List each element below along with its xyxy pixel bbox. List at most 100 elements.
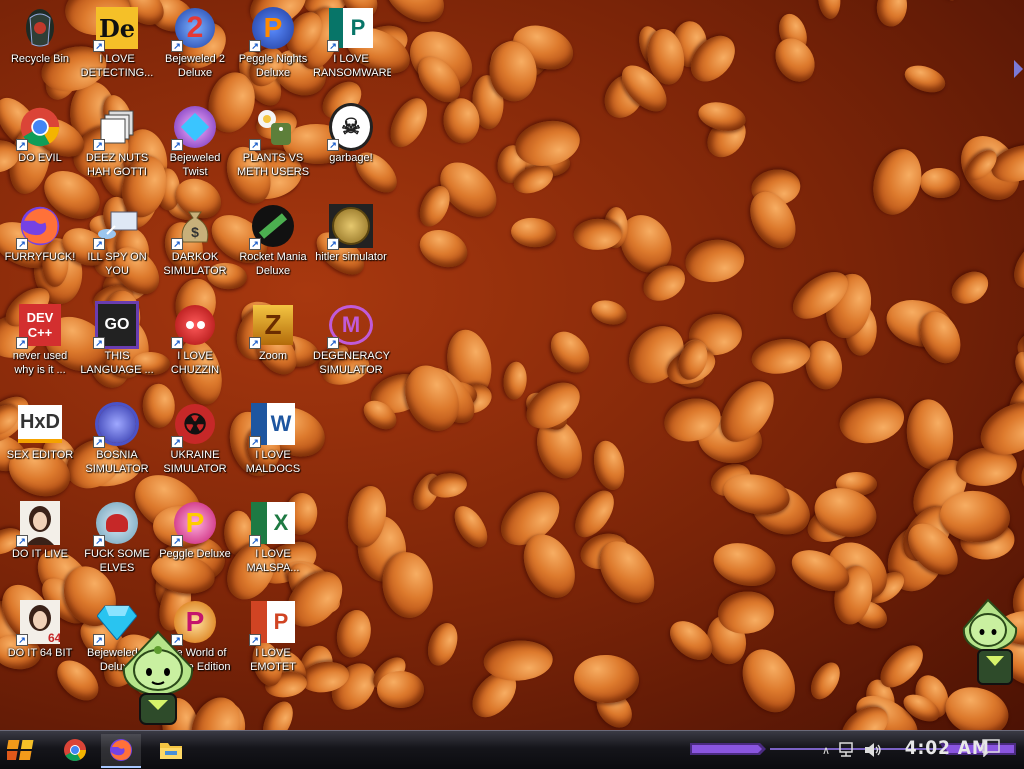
start-button[interactable] bbox=[4, 734, 40, 766]
desktop-icon[interactable]: ↗ I LOVE CHUZZIN bbox=[155, 297, 235, 377]
shortcut-arrow-icon: ↗ bbox=[171, 139, 183, 151]
shortcut-arrow-icon: ↗ bbox=[327, 238, 339, 250]
desktop-icon[interactable]: ↗ ILL SPY ON YOU bbox=[77, 198, 157, 278]
desktop-icon-label: BOSNIA SIMULATOR bbox=[85, 449, 149, 475]
peggle-nights-icon: P ↗ bbox=[249, 6, 295, 52]
desktop-icon[interactable]: ↗ DO EVIL bbox=[0, 99, 80, 165]
network-icon[interactable] bbox=[838, 742, 856, 758]
edge-cursor-arrow-icon bbox=[1014, 60, 1023, 78]
taskbar-file-explorer-button[interactable] bbox=[151, 734, 191, 766]
firefox-icon: ↗ bbox=[16, 204, 62, 250]
desktop-icon[interactable]: ↗ BOSNIA SIMULATOR bbox=[77, 396, 157, 476]
desktop-icon[interactable]: ☠ ↗ garbage! bbox=[311, 99, 391, 165]
dragon-emblem-icon: ☠ ↗ bbox=[327, 103, 373, 151]
desktop-icon[interactable]: ↗ FUCK SOME ELVES bbox=[77, 495, 157, 575]
bean-decoration bbox=[414, 223, 473, 274]
file-explorer-icon bbox=[160, 743, 182, 759]
remote-desktop-icon: ↗ bbox=[93, 204, 139, 250]
desktop-icon[interactable]: P ↗ I LOVE RANSOMWARE bbox=[311, 0, 391, 80]
desktop-icon[interactable]: 2 ↗ Bejeweled 2 Deluxe bbox=[155, 0, 235, 80]
desktop-icon[interactable]: ↗ DEEZ NUTS HAH GOTTI bbox=[77, 99, 157, 179]
desktop-icon[interactable]: P ↗ I LOVE EMOTET bbox=[233, 594, 313, 674]
desktop-icon-label: garbage! bbox=[329, 152, 373, 164]
shortcut-arrow-icon: ↗ bbox=[249, 139, 261, 151]
volume-icon[interactable] bbox=[864, 742, 882, 758]
desktop-icon-label: hitler simulator bbox=[315, 251, 387, 263]
firefox-icon bbox=[110, 739, 132, 761]
desktop-icon[interactable]: $ ↗ DARKOK SIMULATOR bbox=[155, 198, 235, 278]
svg-text:64: 64 bbox=[48, 631, 60, 644]
bean-decoration bbox=[801, 337, 847, 393]
desktop-icon[interactable]: X ↗ I LOVE MALSPA... bbox=[233, 495, 313, 575]
desktop-icon[interactable]: ↗ DO IT LIVE bbox=[0, 495, 80, 561]
bean-decoration bbox=[748, 334, 813, 378]
desktop-icon[interactable]: ↗ hitler simulator bbox=[311, 198, 391, 264]
notification-center-button[interactable] bbox=[982, 739, 1000, 762]
desktop-icon-label: never used why is it ... bbox=[12, 350, 68, 376]
bejeweled-twist-icon: ↗ bbox=[171, 105, 217, 151]
desktop-icon-label: DEGENERACY SIMULATOR bbox=[313, 350, 391, 376]
desktop-icon[interactable]: Z ↗ Zoom bbox=[233, 297, 313, 363]
bean-decoration bbox=[708, 536, 780, 594]
hxd-icon: HxD↗ bbox=[18, 402, 62, 446]
bean-decoration bbox=[805, 657, 847, 705]
desktop-icon[interactable]: ↗ Recycle Bin bbox=[0, 0, 80, 66]
desktop-icon-label: ILL SPY ON YOU bbox=[87, 251, 147, 277]
bean-decoration bbox=[502, 361, 529, 401]
bean-decoration bbox=[447, 500, 494, 553]
desktop-icon-label: I LOVE RANSOMWARE bbox=[313, 53, 391, 79]
bean-decoration bbox=[572, 653, 641, 705]
shortcut-arrow-icon: ↗ bbox=[249, 634, 261, 646]
desktop-icon-label: I LOVE MALDOCS bbox=[245, 449, 301, 475]
coin-emblem-icon: ↗ bbox=[327, 204, 373, 250]
desktop-icon[interactable]: De ↗ I LOVE DETECTING... bbox=[77, 0, 157, 80]
desktop-icon[interactable]: HxD↗ SEX EDITOR bbox=[0, 396, 80, 462]
taskbar-clock[interactable]: 4:02 AM bbox=[905, 737, 990, 759]
desktop-icon[interactable]: ☢ ↗ UKRAINE SIMULATOR bbox=[155, 396, 235, 476]
bean-decoration bbox=[939, 0, 971, 3]
bean-decoration bbox=[376, 670, 425, 708]
radiation-icon: ☢ ↗ bbox=[171, 402, 217, 448]
mmd-icon: M ↗ bbox=[327, 303, 373, 349]
desktop-icon-label: Recycle Bin bbox=[10, 53, 70, 65]
shortcut-arrow-icon: ↗ bbox=[249, 436, 261, 448]
desktop-icon[interactable]: ↗ Rocket Mania Deluxe bbox=[233, 198, 313, 278]
desktop-icon[interactable]: ↗ FURRYFUCK! bbox=[0, 198, 80, 264]
desktop-icon[interactable]: M ↗ DEGENERACY SIMULATOR bbox=[311, 297, 391, 377]
desktop-icon[interactable]: ↗ Bejeweled Twist bbox=[155, 99, 235, 179]
bean-decoration bbox=[423, 618, 463, 670]
shortcut-arrow-icon: ↗ bbox=[327, 139, 339, 151]
desktop-icon-label: THIS LANGUAGE ... bbox=[80, 350, 154, 376]
bean-decoration bbox=[866, 143, 930, 221]
taskbar-chrome-button[interactable] bbox=[55, 734, 95, 766]
desktop-icon[interactable]: DEV C++ ↗ never used why is it ... bbox=[0, 297, 80, 377]
desktop-icon[interactable]: P ↗ Peggle Nights Deluxe bbox=[233, 0, 313, 80]
bean-decoration bbox=[589, 438, 629, 494]
excel-icon: X ↗ bbox=[249, 501, 295, 547]
detect-it-easy-icon: De ↗ bbox=[93, 6, 139, 52]
portrait-64-icon: 64 ↗ bbox=[16, 600, 62, 646]
desktop-icon[interactable]: GO ↗ THIS LANGUAGE ... bbox=[77, 297, 157, 377]
taskbar-firefox-button[interactable] bbox=[101, 734, 141, 768]
shortcut-arrow-icon: ↗ bbox=[93, 139, 105, 151]
dev-cpp-icon: DEV C++ ↗ bbox=[16, 303, 62, 349]
desktop-icon-label: DO IT LIVE bbox=[11, 548, 69, 560]
bean-decoration bbox=[256, 696, 299, 730]
shortcut-arrow-icon: ↗ bbox=[16, 139, 28, 151]
desktop-icon-label: DARKOK SIMULATOR bbox=[163, 251, 227, 277]
bean-decoration bbox=[945, 264, 995, 311]
desktop-icon-label: Peggle Nights Deluxe bbox=[238, 53, 308, 79]
show-hidden-icons-chevron-icon[interactable]: ∧ bbox=[822, 744, 830, 757]
chrome-icon bbox=[64, 739, 86, 761]
desktop-icon[interactable]: 64 ↗ DO IT 64 BIT bbox=[0, 594, 80, 660]
desktop-icon[interactable]: W ↗ I LOVE MALDOCS bbox=[233, 396, 313, 476]
desktop-icon[interactable]: ↗ PLANTS VS METH USERS bbox=[233, 99, 313, 179]
go-language-icon: GO ↗ bbox=[93, 301, 139, 349]
desktop-icon-label: Bejeweled 2 Deluxe bbox=[165, 53, 225, 79]
shortcut-arrow-icon: ↗ bbox=[249, 40, 261, 52]
desktop-icon-label: Peggle Deluxe bbox=[159, 548, 231, 560]
start-logo-icon bbox=[7, 740, 34, 760]
desktop-icon[interactable]: P ↗ Peggle Deluxe bbox=[155, 495, 235, 561]
publisher-icon: P ↗ bbox=[327, 6, 373, 52]
desktop-icon-label: Bejeweled Twist bbox=[169, 152, 221, 178]
